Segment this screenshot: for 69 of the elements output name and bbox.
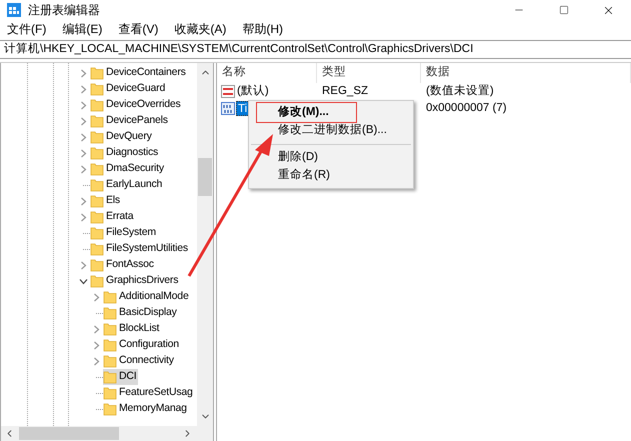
folder-icon bbox=[90, 194, 104, 208]
tree-item[interactable]: Errata bbox=[90, 209, 136, 225]
folder-icon bbox=[103, 370, 117, 384]
context-menu-item[interactable]: 修改(M)... bbox=[249, 104, 413, 122]
tree-item[interactable]: FontAssoc bbox=[90, 257, 156, 273]
scroll-thumb[interactable] bbox=[198, 158, 212, 196]
binary-value-icon bbox=[221, 102, 235, 115]
column-header[interactable]: 类型 bbox=[317, 63, 421, 83]
tree-item[interactable]: FileSystem bbox=[90, 225, 158, 241]
maximize-icon bbox=[558, 5, 568, 15]
address-bar[interactable]: 计算机\HKEY_LOCAL_MACHINE\SYSTEM\CurrentControlSet\Control\GraphicsDrivers\DCI bbox=[0, 40, 631, 59]
tree-item[interactable]: DeviceGuard bbox=[90, 81, 168, 97]
tree-item[interactable]: DevQuery bbox=[90, 129, 154, 145]
menu-item[interactable]: 编辑(E) bbox=[60, 20, 104, 38]
tree-item[interactable]: DeviceContainers bbox=[90, 65, 188, 81]
tree-item[interactable]: DevicePanels bbox=[90, 113, 170, 129]
folder-icon bbox=[90, 114, 104, 128]
tree-item[interactable]: MemoryManag bbox=[103, 401, 189, 417]
tree-item[interactable]: BasicDisplay bbox=[103, 305, 179, 321]
folder-icon bbox=[103, 306, 117, 320]
folder-icon bbox=[103, 338, 117, 352]
tree-item[interactable]: FileSystemUtilities bbox=[90, 241, 190, 257]
menu-item[interactable]: 帮助(H) bbox=[240, 20, 285, 38]
menu-item[interactable]: 收藏夹(A) bbox=[172, 20, 228, 38]
folder-icon bbox=[103, 402, 117, 416]
tree-item[interactable]: Configuration bbox=[103, 337, 181, 353]
folder-icon bbox=[90, 82, 104, 96]
context-menu-item[interactable]: 修改二进制数据(B)... bbox=[249, 122, 413, 140]
folder-icon bbox=[103, 322, 117, 336]
folder-icon bbox=[90, 162, 104, 176]
tree-item[interactable]: BlockList bbox=[103, 321, 162, 337]
tree-item[interactable]: FeatureSetUsag bbox=[103, 385, 195, 401]
tree-item[interactable]: AdditionalMode bbox=[103, 289, 191, 305]
value-data: (数值未设置) bbox=[426, 84, 494, 97]
column-header[interactable]: 数据 bbox=[421, 63, 631, 83]
folder-icon bbox=[90, 130, 104, 144]
tree-item[interactable]: DmaSecurity bbox=[90, 161, 166, 177]
folder-icon bbox=[90, 146, 104, 160]
value-data: 0x00000007 (7) bbox=[426, 102, 507, 114]
chevron-icon[interactable] bbox=[79, 276, 88, 286]
folder-icon bbox=[90, 210, 104, 224]
context-menu-item[interactable]: 重命名(R) bbox=[249, 167, 413, 185]
string-value-icon bbox=[221, 85, 235, 98]
menu-item[interactable]: 文件(F) bbox=[5, 20, 48, 38]
context-menu-item[interactable]: 删除(D) bbox=[249, 149, 413, 167]
tree-item[interactable]: Diagnostics bbox=[90, 145, 160, 161]
column-header[interactable]: 名称 bbox=[217, 63, 317, 83]
app-icon bbox=[7, 3, 21, 17]
value-type: REG_SZ bbox=[322, 84, 368, 97]
folder-icon bbox=[90, 274, 104, 288]
folder-icon bbox=[90, 258, 104, 272]
tree-item[interactable]: GraphicsDrivers bbox=[90, 273, 180, 289]
tree-item[interactable]: EarlyLaunch bbox=[90, 177, 164, 193]
tree-item[interactable]: DeviceOverrides bbox=[90, 97, 183, 113]
window-title: 注册表编辑器 bbox=[28, 2, 100, 19]
horizontal-scrollbar[interactable] bbox=[1, 426, 213, 441]
scroll-thumb[interactable] bbox=[19, 427, 119, 440]
folder-icon bbox=[90, 178, 104, 192]
folder-icon bbox=[103, 290, 117, 304]
menu-item[interactable]: 查看(V) bbox=[116, 20, 160, 38]
tree-item[interactable]: DCI bbox=[103, 369, 138, 385]
folder-icon bbox=[90, 242, 104, 256]
folder-icon bbox=[90, 226, 104, 240]
tree-item[interactable]: Connectivity bbox=[103, 353, 176, 369]
folder-icon bbox=[90, 98, 104, 112]
vertical-scrollbar[interactable] bbox=[197, 63, 213, 426]
folder-icon bbox=[90, 66, 104, 80]
tree-item[interactable]: Els bbox=[90, 193, 122, 209]
value-name[interactable]: (默认) bbox=[236, 84, 270, 99]
